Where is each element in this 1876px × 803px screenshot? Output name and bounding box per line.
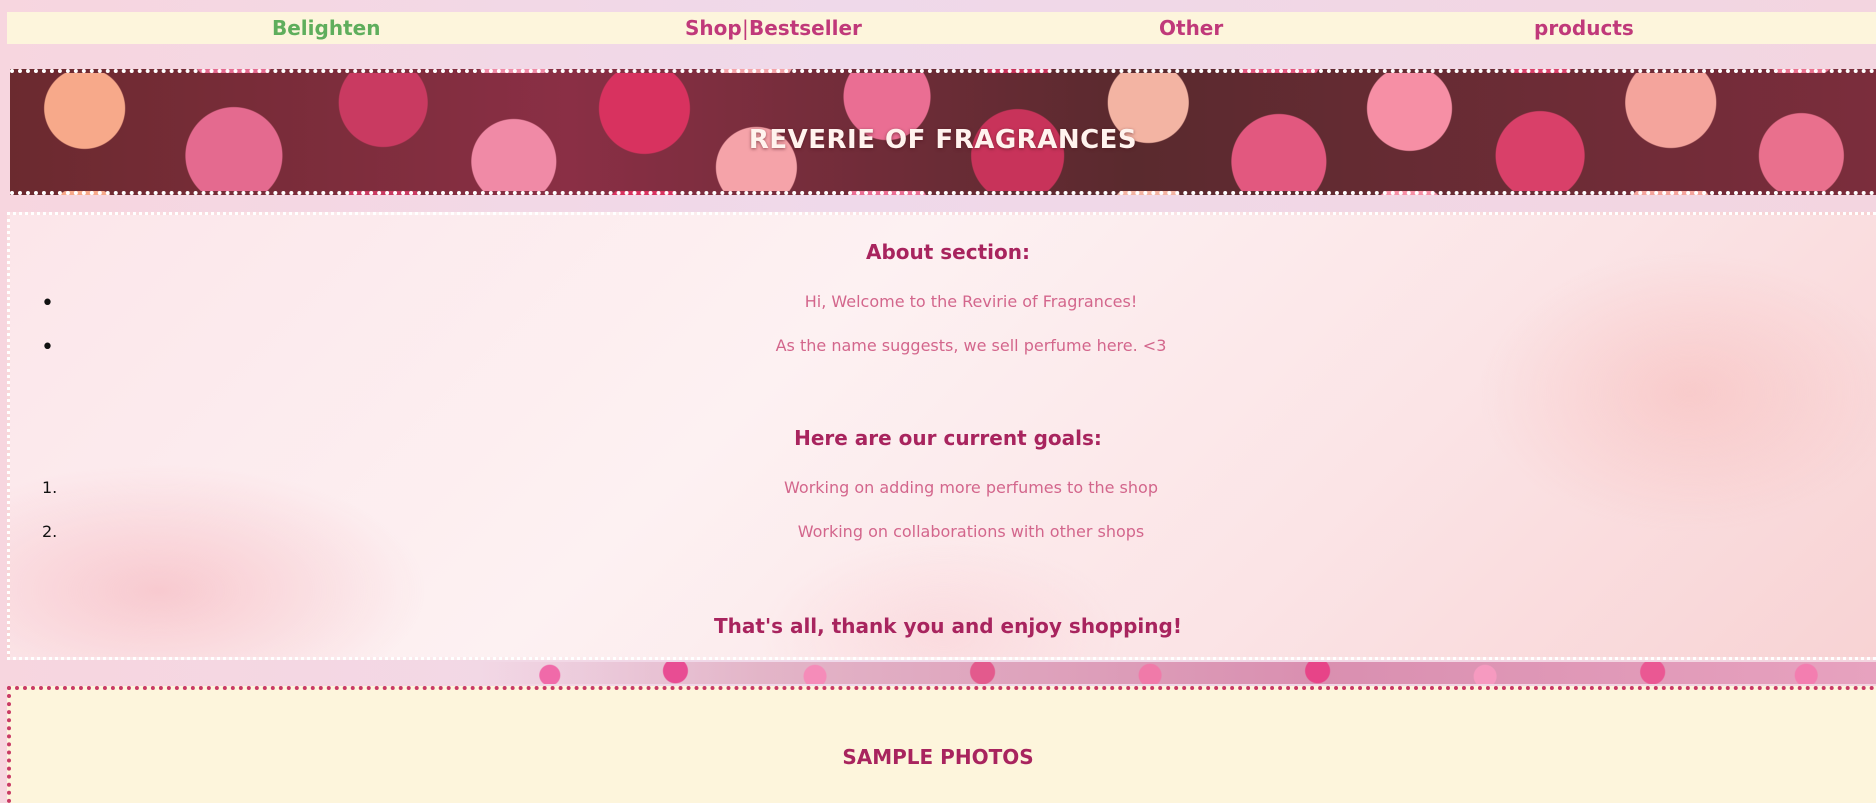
nav-separator: | xyxy=(742,16,749,40)
nav-other-link[interactable]: Other xyxy=(1159,12,1223,44)
goal-item: Working on adding more perfumes to the s… xyxy=(784,478,1158,497)
nav-products-link[interactable]: products xyxy=(1534,12,1634,44)
top-navbar: Belighten Shop | Bestseller Other produc… xyxy=(7,12,1876,44)
about-bullet-item: As the name suggests, we sell perfume he… xyxy=(775,336,1167,355)
sample-photos-section: SAMPLE PHOTOS xyxy=(7,686,1876,803)
about-heading: About section: xyxy=(865,240,1030,264)
nav-bestseller-link[interactable]: Bestseller xyxy=(749,12,862,44)
nav-brand-link[interactable]: Belighten xyxy=(272,12,380,44)
sample-photos-heading: SAMPLE PHOTOS xyxy=(842,745,1034,769)
goal-item: Working on collaborations with other sho… xyxy=(797,522,1145,541)
about-bullet-item: Hi, Welcome to the Revirie of Fragrances… xyxy=(804,292,1138,311)
flower-strip-decoration xyxy=(480,662,1876,684)
hero-title: REVERIE OF FRAGRANCES xyxy=(748,125,1138,155)
closing-message: That's all, thank you and enjoy shopping… xyxy=(714,614,1182,638)
hero-banner: REVERIE OF FRAGRANCES xyxy=(10,69,1876,195)
goals-heading: Here are our current goals: xyxy=(794,426,1102,450)
nav-shop-link[interactable]: Shop xyxy=(685,12,742,44)
about-section: About section: • Hi, Welcome to the Revi… xyxy=(7,212,1876,660)
